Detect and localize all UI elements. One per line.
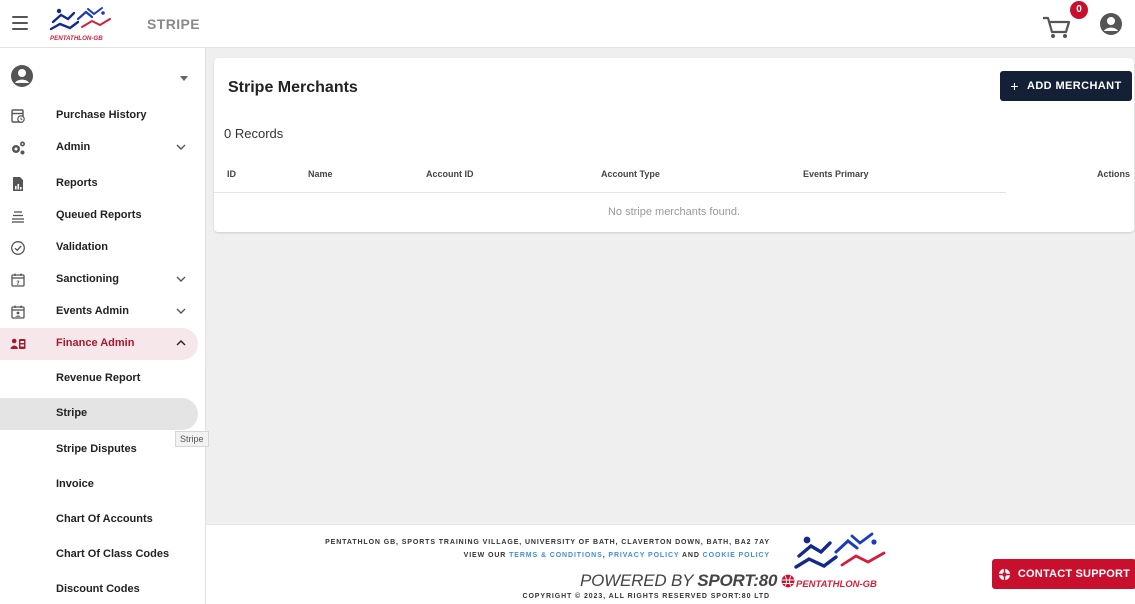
top-logo-text: PENTATHLON-GB (50, 35, 103, 42)
sidebar-item-chart-of-class-codes[interactable]: Chart Of Class Codes (0, 539, 205, 571)
powered-by: POWERED BY SPORT:80 (580, 571, 795, 591)
add-merchant-button[interactable]: + ADD MERCHANT (1000, 71, 1132, 101)
footer-links: VIEW OUR TERMS & CONDITIONS, PRIVACY POL… (463, 552, 770, 559)
terms-link[interactable]: TERMS & CONDITIONS (509, 552, 603, 559)
sidebar-item-label: Queued Reports (56, 209, 142, 221)
check-circle-icon (11, 241, 25, 255)
sidebar-item-sanctioning[interactable]: ? Sanctioning (0, 264, 205, 296)
calendar-person-icon (11, 305, 25, 319)
footer-address: PENTATHLON GB, SPORTS TRAINING VILLAGE, … (325, 539, 770, 546)
sidebar-item-purchase-history[interactable]: Purchase History (0, 100, 205, 132)
privacy-link[interactable]: PRIVACY POLICY (608, 552, 679, 559)
sidebar: Purchase History Admin Reports Queued Re… (0, 48, 206, 604)
column-header-account-type[interactable]: Account Type (601, 169, 660, 179)
empty-state-message: No stripe merchants found. (607, 206, 741, 218)
cart-count-badge: 0 (1070, 1, 1088, 19)
links-and: AND (681, 552, 700, 559)
calendar-question-icon: ? (11, 273, 25, 287)
footer: PENTATHLON GB, SPORTS TRAINING VILLAGE, … (206, 524, 1135, 604)
report-file-icon (13, 177, 23, 191)
powered-prefix: POWERED BY (580, 571, 694, 590)
sidebar-item-label: Chart Of Class Codes (56, 548, 170, 560)
user-menu[interactable] (0, 56, 205, 98)
table-header: ID Name Account ID Account Type Events P… (214, 158, 1134, 192)
sidebar-item-admin[interactable]: Admin (0, 132, 205, 164)
gears-icon (12, 141, 25, 155)
column-header-name[interactable]: Name (308, 169, 333, 179)
queue-list-icon (12, 211, 24, 223)
sidebar-item-label: Stripe (56, 407, 88, 419)
sidebar-item-queued-reports[interactable]: Queued Reports (0, 200, 205, 232)
sidebar-item-label: Reports (56, 177, 98, 189)
records-count: 0 Records (224, 126, 284, 141)
stripe-tooltip: Stripe (175, 431, 209, 447)
sidebar-item-finance-admin[interactable]: Finance Admin (0, 328, 205, 360)
footer-logo-text: PENTATHLON-GB (796, 579, 877, 590)
sidebar-item-label: Discount Codes (56, 583, 140, 595)
sidebar-item-label: Stripe Disputes (56, 443, 137, 455)
sidebar-item-label: Sanctioning (56, 273, 119, 285)
stripe-merchants-card: Stripe Merchants + ADD MERCHANT 0 Record… (214, 58, 1134, 232)
contact-support-label: CONTACT SUPPORT (1017, 568, 1131, 580)
column-header-account-id[interactable]: Account ID (426, 169, 474, 179)
sidebar-item-revenue-report[interactable]: Revenue Report (0, 363, 205, 395)
caret-down-icon[interactable] (180, 76, 188, 81)
hamburger-icon[interactable] (12, 16, 28, 30)
sidebar-item-label: Admin (56, 141, 91, 153)
chevron-down-icon (176, 144, 186, 150)
chevron-down-icon (176, 276, 186, 282)
sidebar-item-chart-of-accounts[interactable]: Chart Of Accounts (0, 504, 205, 536)
chevron-down-icon (176, 308, 186, 314)
links-prefix: VIEW OUR (463, 552, 507, 559)
sidebar-item-label: Purchase History (56, 109, 147, 121)
page-title: Stripe Merchants (228, 79, 358, 96)
selected-highlight (0, 398, 198, 430)
account-circle-icon[interactable] (1099, 12, 1123, 36)
pentathlon-gb-logo[interactable]: PENTATHLON-GB (48, 5, 116, 43)
sidebar-item-label: Events Admin (56, 305, 129, 317)
sidebar-item-label: Validation (56, 241, 108, 253)
user-avatar-icon (11, 65, 33, 87)
cookie-link[interactable]: COOKIE POLICY (703, 552, 770, 559)
finance-people-icon (10, 338, 26, 349)
sidebar-item-label: Chart Of Accounts (56, 513, 153, 525)
sidebar-item-label: Revenue Report (56, 372, 141, 384)
plus-icon: + (1010, 78, 1019, 94)
receipt-clock-icon (11, 109, 25, 123)
sidebar-item-stripe[interactable]: Stripe (0, 398, 205, 430)
sidebar-item-validation[interactable]: Validation (0, 232, 205, 264)
powered-brand: SPORT:80 (697, 571, 778, 590)
sidebar-item-label: Finance Admin (56, 337, 135, 349)
column-header-actions: Actions (1097, 169, 1131, 179)
sidebar-item-label: Invoice (56, 478, 94, 490)
sidebar-item-reports[interactable]: Reports (0, 168, 205, 200)
sidebar-item-invoice[interactable]: Invoice (0, 469, 205, 501)
chevron-up-icon (176, 340, 186, 346)
top-app-bar: PENTATHLON-GB STRIPE 0 (0, 0, 1135, 48)
table-divider (214, 192, 1006, 193)
cart-icon[interactable] (1040, 10, 1074, 40)
sidebar-item-discount-codes[interactable]: Discount Codes (0, 574, 205, 604)
lifebuoy-icon (998, 568, 1010, 580)
copyright-text: COPYRIGHT © 2023, ALL RIGHTS RESERVED SP… (522, 593, 770, 600)
column-header-id[interactable]: ID (227, 169, 236, 179)
add-merchant-label: ADD MERCHANT (1026, 80, 1122, 92)
column-header-events-primary[interactable]: Events Primary (803, 169, 869, 179)
contact-support-button[interactable]: CONTACT SUPPORT (992, 559, 1135, 589)
app-title: STRIPE (147, 16, 200, 32)
svg-text:?: ? (16, 280, 20, 287)
pentathlon-gb-footer-logo: PENTATHLON-GB (794, 532, 886, 590)
sidebar-item-events-admin[interactable]: Events Admin (0, 296, 205, 328)
